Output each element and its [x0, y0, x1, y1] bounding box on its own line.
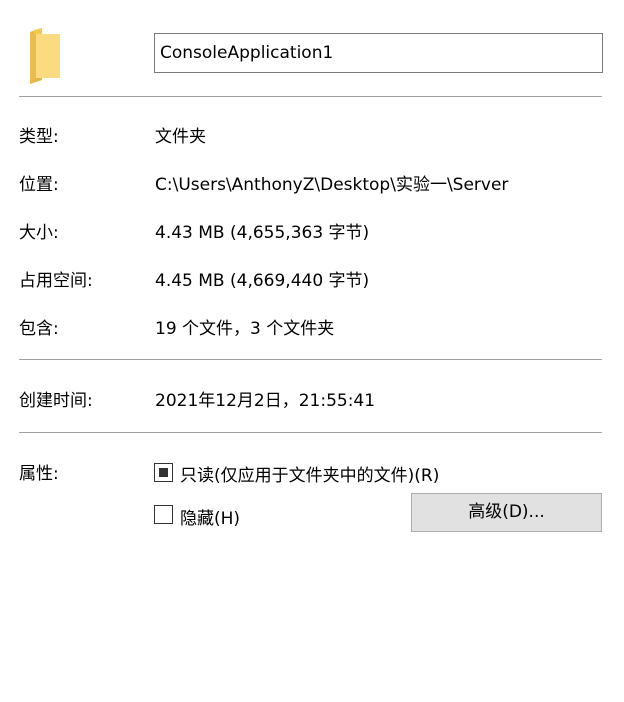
folder-name-input[interactable]	[154, 33, 603, 73]
type-label: 类型:	[19, 127, 59, 147]
divider	[19, 359, 602, 360]
location-value: C:\Users\AnthonyZ\Desktop\实验一\Server	[155, 175, 509, 195]
type-value: 文件夹	[155, 127, 206, 147]
created-value: 2021年12月2日，21:55:41	[155, 391, 376, 411]
readonly-label[interactable]: 只读(仅应用于文件夹中的文件)(R)	[180, 461, 439, 486]
divider	[19, 96, 602, 97]
location-label: 位置:	[19, 175, 59, 195]
folder-icon	[28, 28, 64, 84]
advanced-button[interactable]: 高级(D)...	[411, 493, 602, 532]
size-on-disk-value: 4.45 MB (4,669,440 字节)	[155, 271, 370, 291]
size-label: 大小:	[19, 223, 59, 243]
size-value: 4.43 MB (4,655,363 字节)	[155, 223, 370, 243]
divider	[19, 432, 602, 433]
attributes-label: 属性:	[19, 464, 59, 484]
size-on-disk-label: 占用空间:	[19, 271, 93, 291]
hidden-label[interactable]: 隐藏(H)	[180, 504, 240, 529]
hidden-checkbox[interactable]	[154, 505, 173, 524]
contains-label: 包含:	[19, 319, 59, 339]
readonly-checkbox[interactable]	[154, 463, 173, 482]
indeterminate-mark-icon	[159, 468, 168, 477]
created-label: 创建时间:	[19, 391, 93, 411]
contains-value: 19 个文件，3 个文件夹	[155, 319, 335, 339]
